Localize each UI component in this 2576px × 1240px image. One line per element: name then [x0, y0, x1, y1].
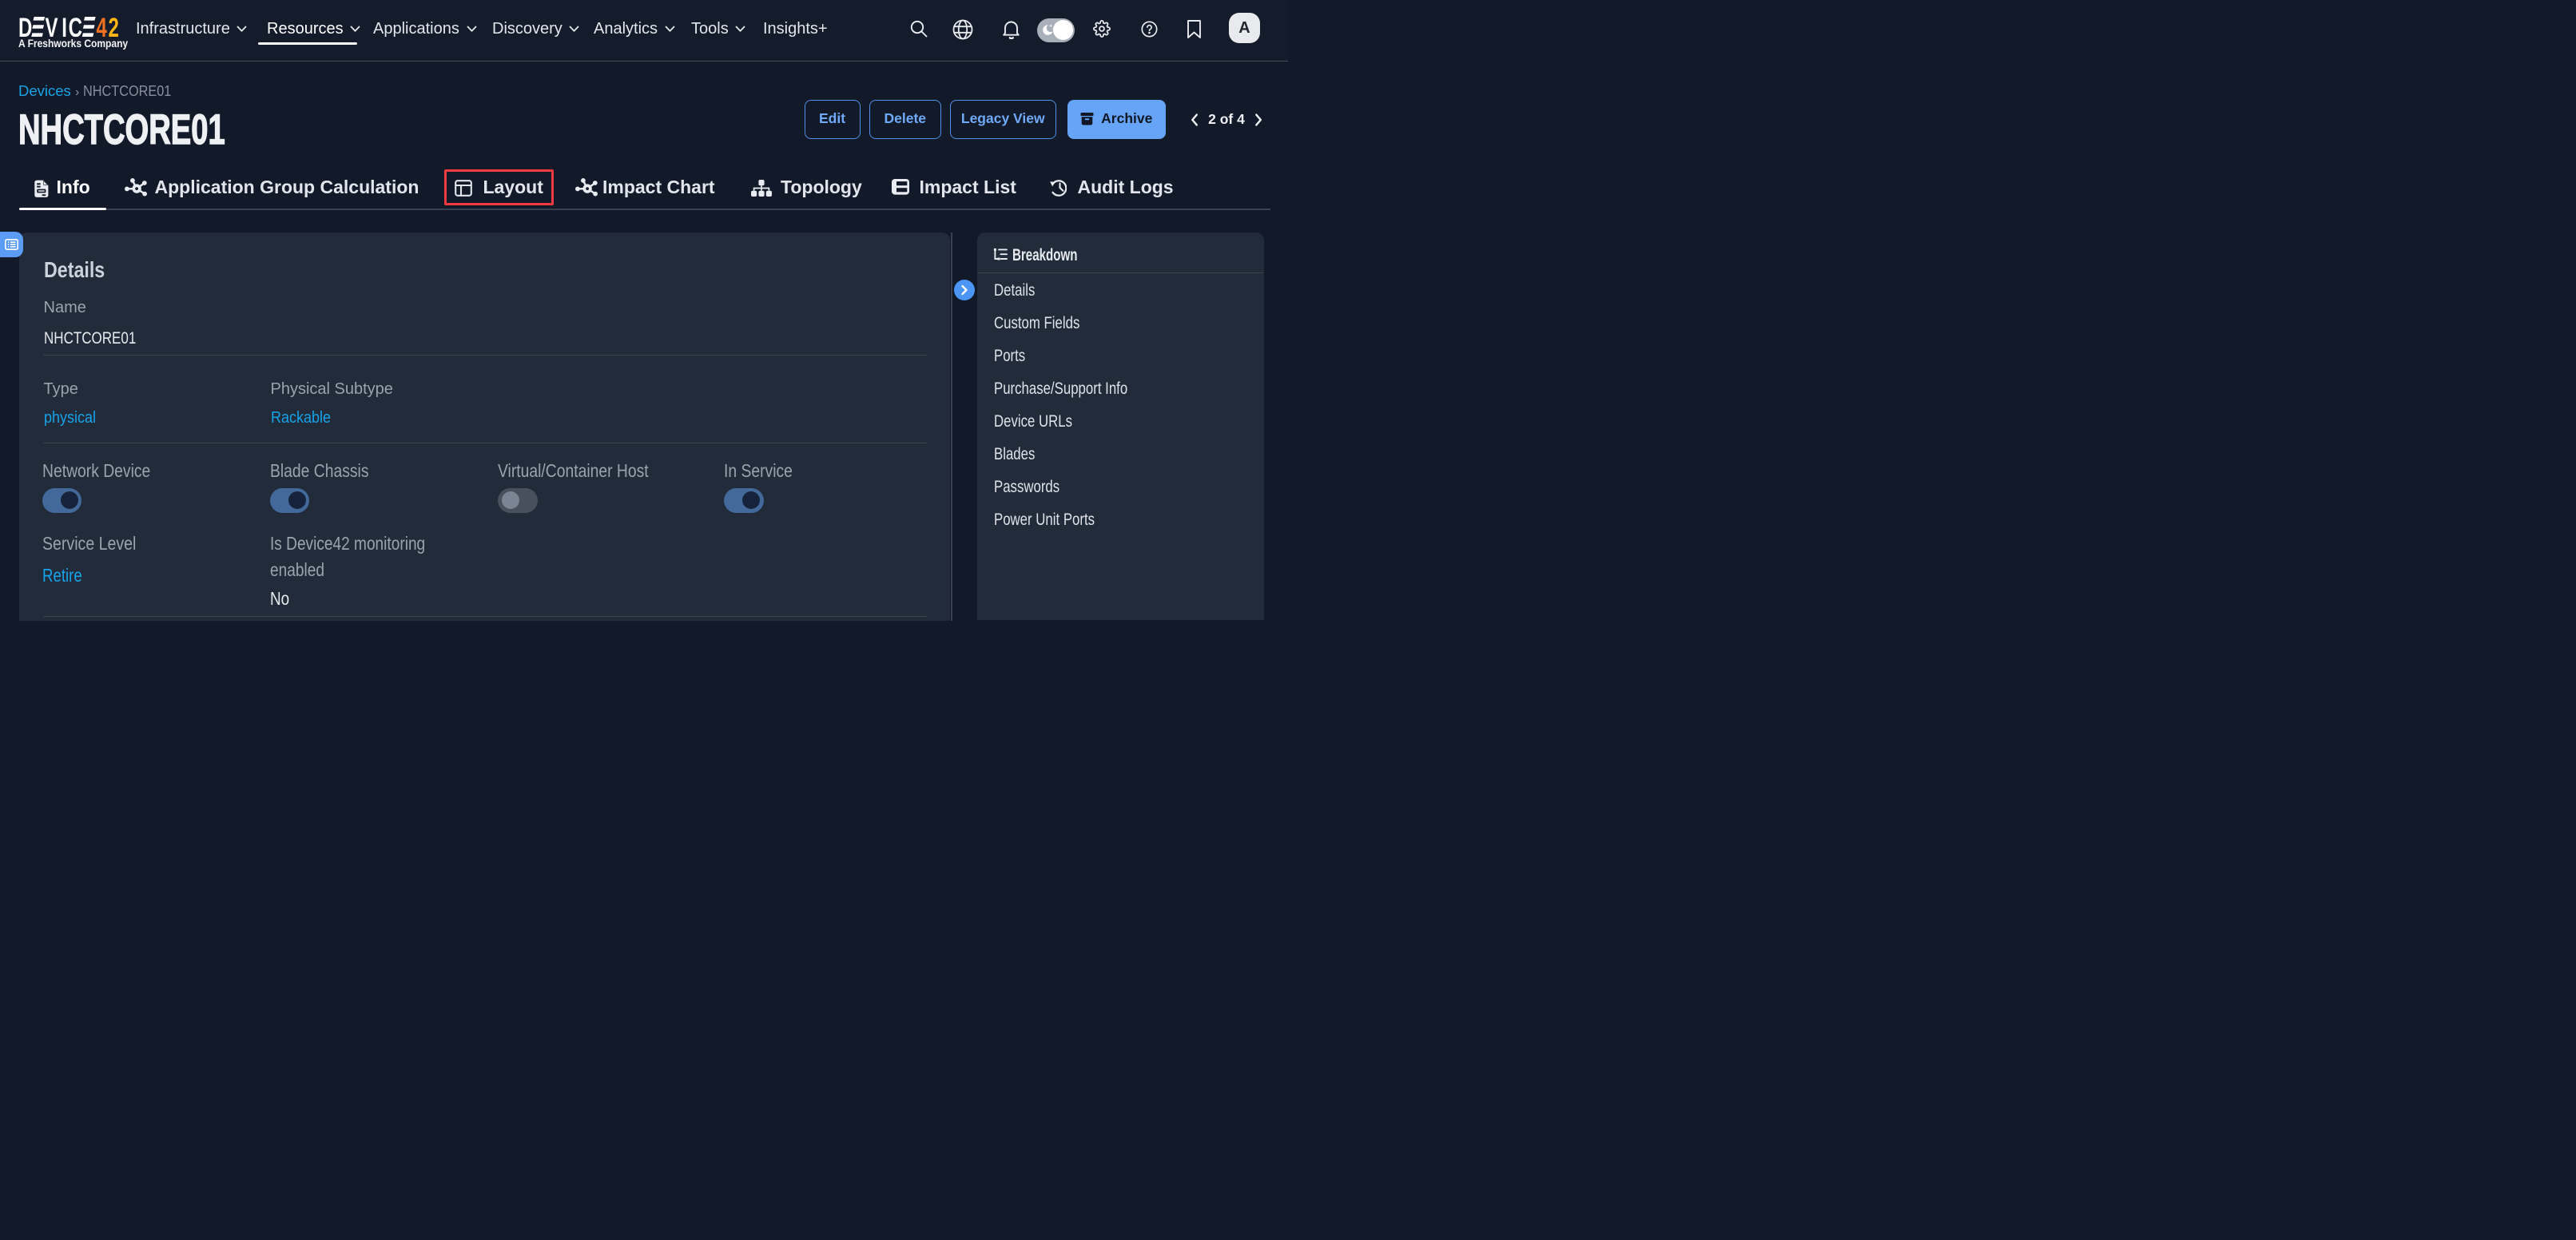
svg-text:I: I	[62, 17, 67, 37]
svg-text:C: C	[68, 17, 81, 37]
svg-text:2: 2	[108, 17, 118, 37]
svg-text:V: V	[45, 17, 58, 37]
svg-text:4: 4	[96, 17, 107, 37]
svg-text:D: D	[18, 17, 32, 37]
